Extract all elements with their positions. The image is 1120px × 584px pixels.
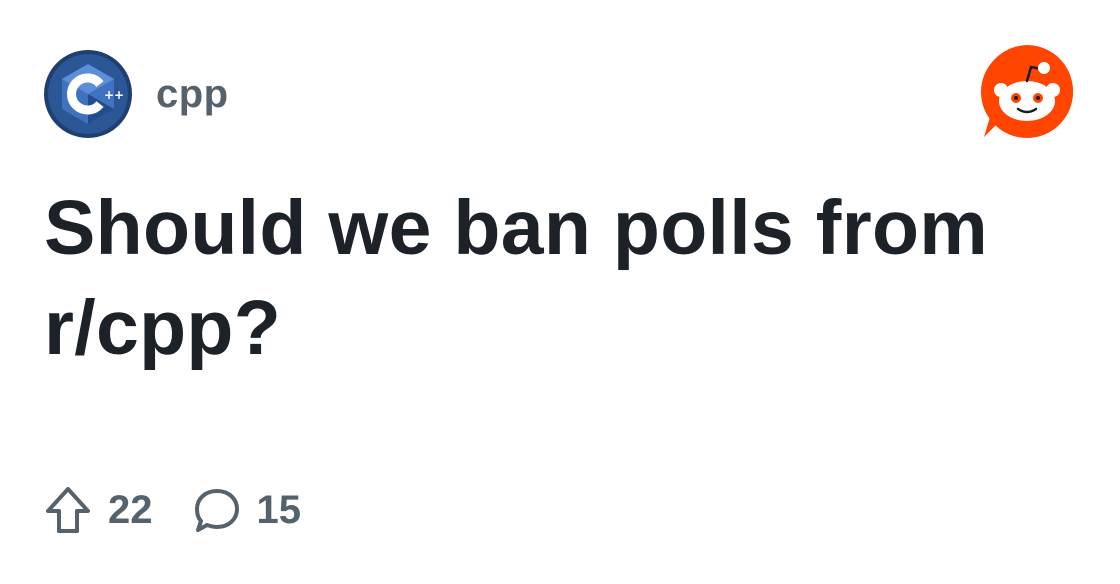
cpp-logo-icon[interactable]: ++	[44, 50, 132, 138]
upvote-count: 22	[108, 487, 153, 532]
post-stats: 22 15	[44, 484, 301, 536]
post-header: ++ cpp	[44, 50, 229, 138]
comment-bubble-icon[interactable]	[193, 485, 241, 535]
reddit-logo-icon[interactable]	[978, 43, 1076, 141]
svg-text:++: ++	[104, 88, 124, 102]
post-share-card: ++ cpp Should we ban polls from r/cpp? 2…	[0, 0, 1120, 584]
comment-stat[interactable]: 15	[193, 485, 302, 535]
upvote-stat[interactable]: 22	[44, 485, 153, 535]
upvote-arrow-icon[interactable]	[44, 485, 92, 535]
post-title[interactable]: Should we ban polls from r/cpp?	[44, 178, 1064, 378]
subreddit-name[interactable]: cpp	[156, 72, 229, 117]
comment-count: 15	[256, 487, 302, 532]
